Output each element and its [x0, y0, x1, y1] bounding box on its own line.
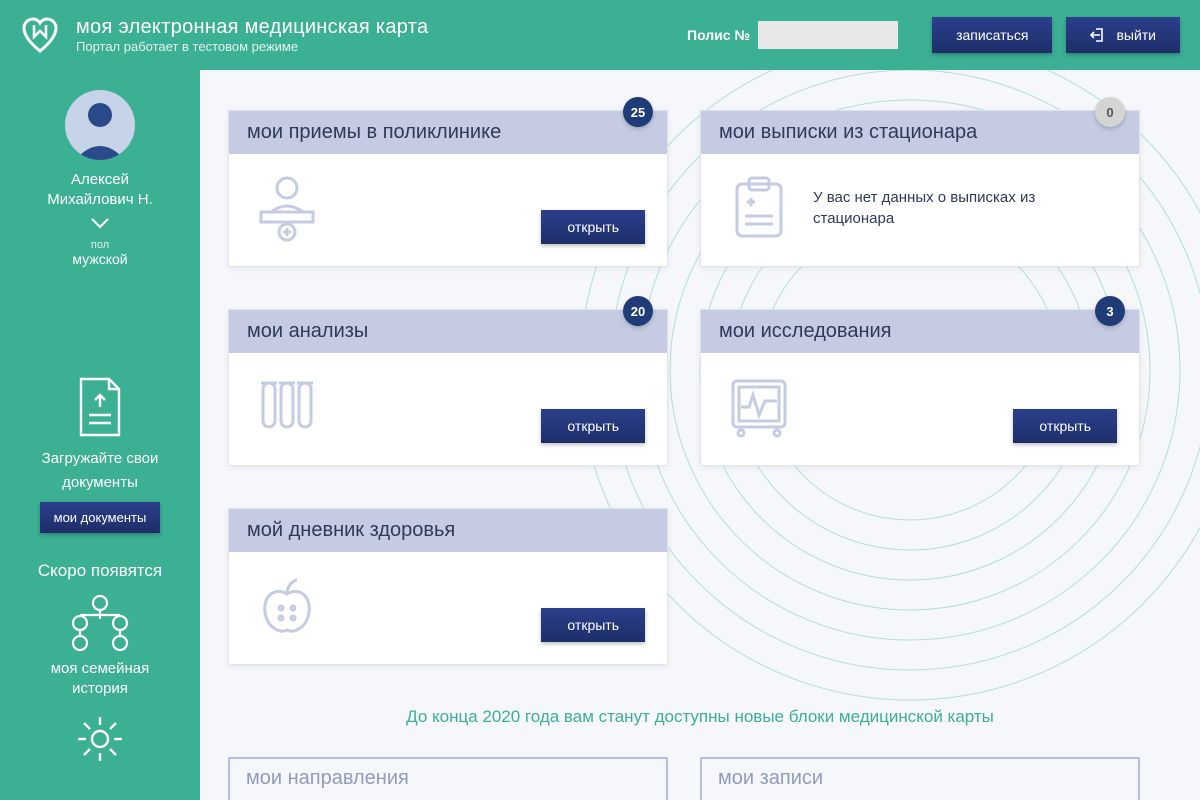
discharge-empty-text: У вас нет данных о выписках из стационар…	[813, 187, 1117, 229]
family-label-2: история	[0, 679, 200, 699]
records-card: мои записи	[700, 757, 1140, 800]
tests-card: 20 мои анализы открыть	[228, 309, 668, 466]
appointment-button[interactable]: записаться	[932, 17, 1052, 53]
records-title: мои записи	[702, 759, 1138, 800]
studies-title: мои исследования	[701, 310, 1139, 353]
studies-card: 3 мои исследования открыть	[700, 309, 1140, 466]
test-tubes-icon	[251, 371, 323, 443]
discharge-title: мои выписки из стационара	[701, 111, 1139, 154]
family-tree-icon	[65, 593, 135, 653]
visits-card: 25 мои приемы в поликлинике открыть	[228, 110, 668, 267]
diary-open-button[interactable]: открыть	[541, 608, 645, 642]
chevron-down-icon[interactable]	[90, 217, 110, 229]
future-note: До конца 2020 года вам станут доступны н…	[228, 707, 1172, 727]
tests-badge: 20	[623, 296, 653, 326]
coming-soon-label: Скоро появятся	[0, 561, 200, 581]
avatar[interactable]	[65, 90, 135, 160]
referrals-card: мои направления	[228, 757, 668, 800]
visits-open-label: открыть	[567, 219, 619, 235]
visits-badge: 25	[623, 97, 653, 127]
studies-open-label: открыть	[1039, 418, 1091, 434]
referrals-title: мои направления	[230, 759, 666, 800]
document-upload-icon	[75, 377, 125, 439]
tests-open-label: открыть	[567, 418, 619, 434]
studies-badge: 3	[1095, 296, 1125, 326]
visits-open-button[interactable]: открыть	[541, 210, 645, 244]
gender-label: пол	[0, 239, 200, 251]
diary-title: мой дневник здоровья	[229, 509, 667, 552]
visits-title: мои приемы в поликлинике	[229, 111, 667, 154]
gear-icon[interactable]	[75, 714, 125, 764]
header: моя электронная медицинская карта Портал…	[0, 0, 1200, 70]
diary-open-label: открыть	[567, 617, 619, 633]
page-title: моя электронная медицинская карта	[76, 16, 687, 39]
apple-icon	[251, 570, 323, 642]
tests-title: мои анализы	[229, 310, 667, 353]
logout-icon	[1090, 27, 1106, 43]
polis-label: Полис №	[687, 27, 750, 43]
studies-open-button[interactable]: открыть	[1013, 409, 1117, 443]
monitor-pulse-icon	[723, 371, 795, 443]
upload-text-2: документы	[0, 473, 200, 493]
doctor-desk-icon	[251, 172, 323, 244]
logo-icon	[20, 15, 60, 55]
upload-text-1: Загружайте свои	[0, 449, 200, 469]
user-name-line2: Михайлович Н.	[0, 190, 200, 210]
logout-button-label: выйти	[1116, 27, 1156, 43]
family-label-1: моя семейная	[0, 659, 200, 679]
discharge-card: 0 мои выписки из стационара У вас нет да…	[700, 110, 1140, 267]
logout-button[interactable]: выйти	[1066, 17, 1180, 53]
page-subtitle: Портал работает в тестовом режиме	[76, 39, 687, 54]
sidebar: Алексей Михайлович Н. пол мужской Загруж…	[0, 70, 200, 800]
user-name-line1: Алексей	[0, 170, 200, 190]
clipboard-icon	[723, 172, 795, 244]
appointment-button-label: записаться	[956, 27, 1028, 43]
gender-value: мужской	[0, 251, 200, 267]
my-documents-button[interactable]: мои документы	[40, 502, 161, 533]
diary-card: мой дневник здоровья открыть	[228, 508, 668, 665]
discharge-badge: 0	[1095, 97, 1125, 127]
my-documents-button-label: мои документы	[54, 510, 147, 525]
polis-input[interactable]	[758, 21, 898, 49]
tests-open-button[interactable]: открыть	[541, 409, 645, 443]
main: 25 мои приемы в поликлинике открыть	[200, 70, 1200, 800]
